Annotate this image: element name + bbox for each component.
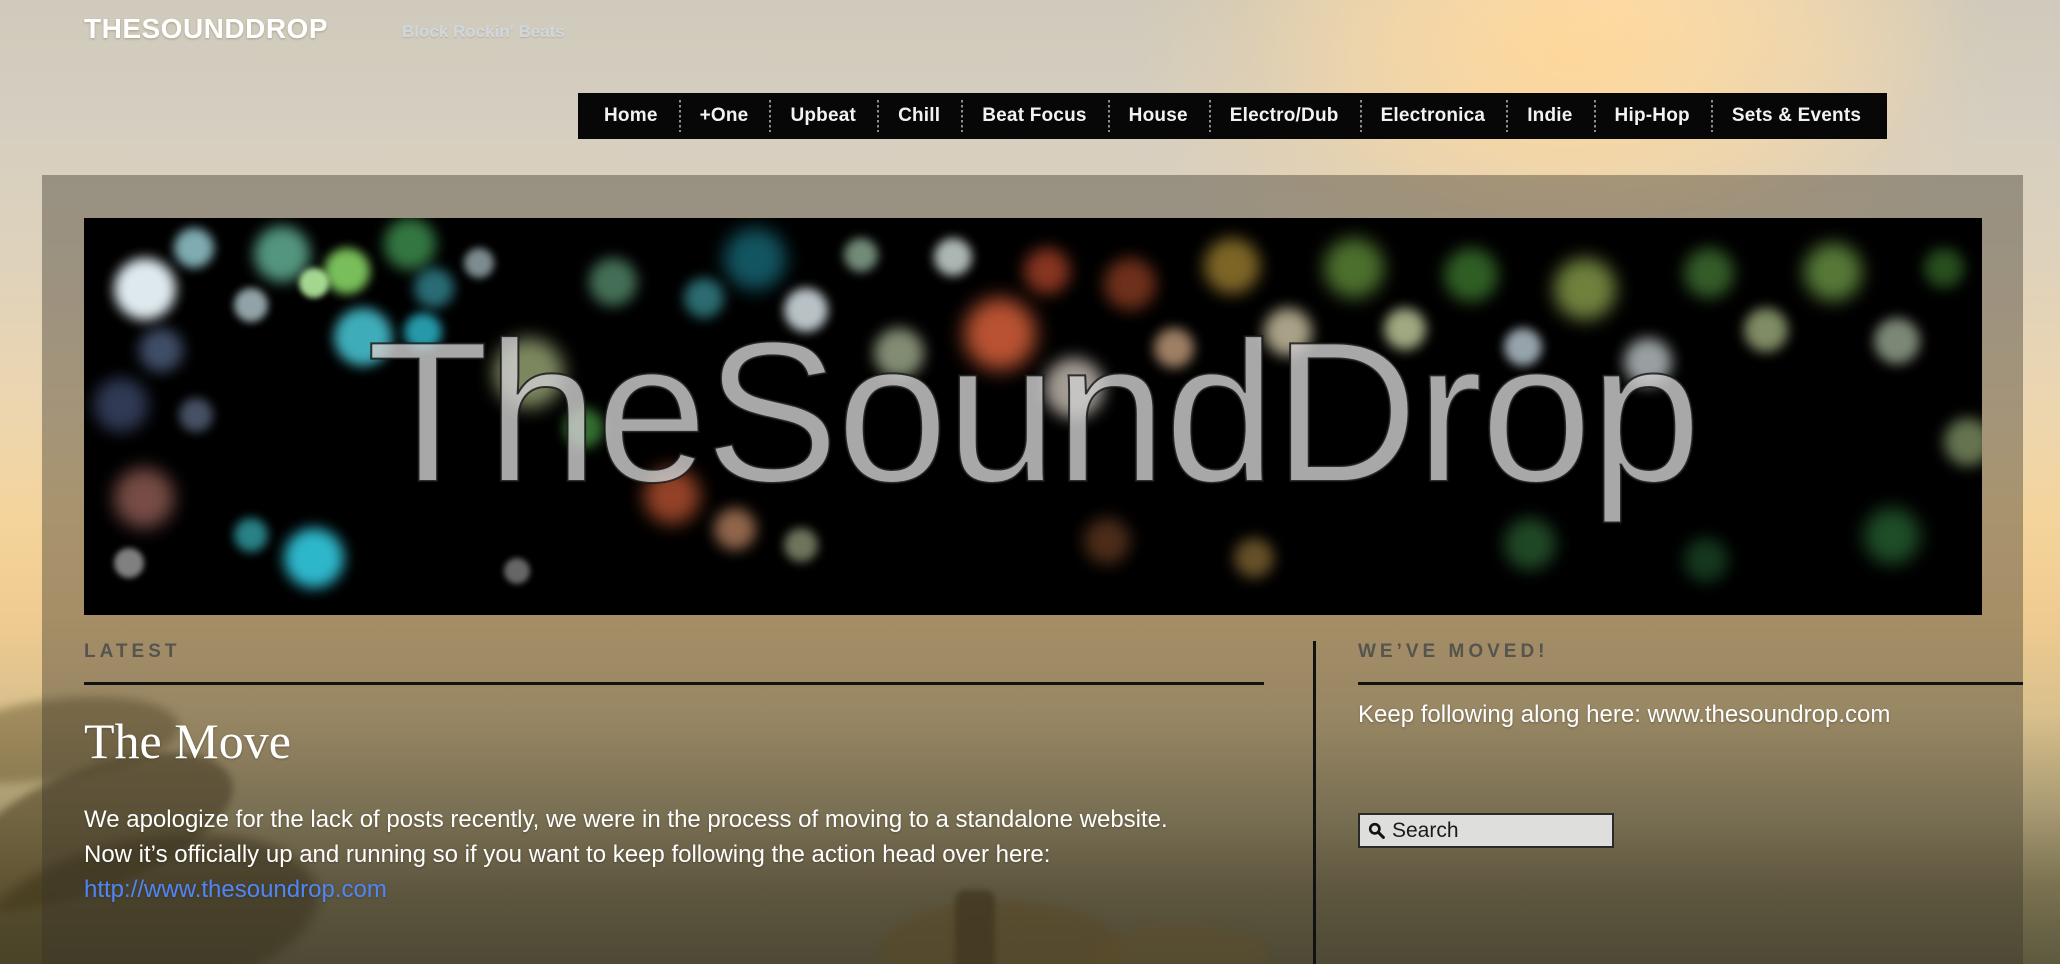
nav-item-plus-one[interactable]: +One [678,93,770,139]
bokeh-dot [504,558,530,584]
bokeh-dot [1444,248,1498,302]
nav-item-sets-events[interactable]: Sets & Events [1710,93,1887,139]
bokeh-dot [1804,243,1862,301]
bokeh-dot [299,268,329,298]
primary-navigation[interactable]: Home +One Upbeat Chill Beat Focus House … [578,93,1888,139]
bokeh-dot [384,218,436,270]
post-body: We apologize for the lack of posts recen… [84,803,1214,907]
bokeh-dot [1684,538,1728,582]
sidebar-widget-text: Keep following along here: www.thesoundr… [1358,701,1891,728]
nav-item-chill[interactable]: Chill [877,93,961,139]
bokeh-dot [1684,248,1734,298]
bokeh-dot [114,258,176,320]
page-background: THESOUNDDROP Block Rockin' Beats Home +O… [0,0,2060,964]
bokeh-dot [1024,248,1070,294]
bokeh-dot [1204,238,1260,294]
post-title[interactable]: The Move [84,712,1264,770]
bokeh-dot [284,528,344,588]
site-tagline: Block Rockin' Beats [402,22,565,41]
site-title[interactable]: THESOUNDDROP [84,13,328,45]
bokeh-dot [784,528,818,562]
bokeh-dot [1234,538,1274,578]
nav-item-home[interactable]: Home [578,93,679,139]
main-column: LATEST The Move We apologize for the lac… [84,641,1264,907]
site-header: THESOUNDDROP Block Rockin' Beats [0,0,2060,92]
bokeh-dot [234,518,268,552]
nav-item-electro-dub[interactable]: Electro/Dub [1208,93,1360,139]
bokeh-dot [174,228,214,268]
bokeh-dot [844,238,878,272]
bokeh-dot [1084,518,1130,564]
sidebar-divider [1358,682,2023,685]
nav-item-beat-focus[interactable]: Beat Focus [961,93,1107,139]
nav-item-house[interactable]: House [1107,93,1209,139]
bokeh-dot [589,258,637,306]
bokeh-dot [1504,518,1556,570]
content-wrapper: TheSoundDrop LATEST The Move We apologiz… [42,175,2023,964]
bokeh-dot [464,248,494,278]
bokeh-dot [1324,238,1384,298]
bokeh-dot [324,248,370,294]
bokeh-dot [934,238,972,276]
nav-item-hip-hop[interactable]: Hip-Hop [1593,93,1711,139]
search-input[interactable] [1392,818,1604,843]
search-box[interactable] [1358,813,1614,848]
search-icon [1368,822,1385,839]
section-label-latest: LATEST [84,641,181,662]
bokeh-dot [114,548,144,578]
sidebar-widget-title: WE’VE MOVED! [1358,641,1549,662]
nav-item-electronica[interactable]: Electronica [1359,93,1507,139]
section-divider [84,682,1264,685]
bokeh-dot [1864,508,1920,564]
nav-item-upbeat[interactable]: Upbeat [769,93,877,139]
bokeh-dot [1924,248,1964,288]
bokeh-dot [724,228,786,290]
site-banner[interactable]: TheSoundDrop [84,218,1982,615]
banner-title: TheSoundDrop [366,300,1702,524]
nav-item-indie[interactable]: Indie [1506,93,1593,139]
post-body-text: We apologize for the lack of posts recen… [84,806,1168,868]
post-link[interactable]: http://www.thesoundrop.com [84,876,387,903]
sidebar: WE’VE MOVED! Keep following along here: … [1313,641,2023,964]
